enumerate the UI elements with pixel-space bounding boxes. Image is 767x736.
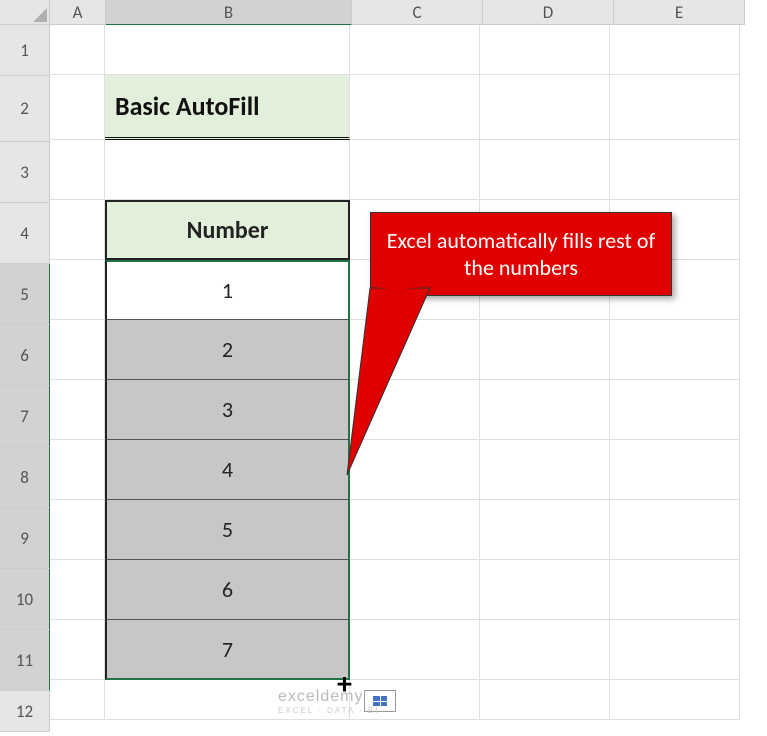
cell-D9[interactable]	[480, 500, 610, 560]
row-header-8[interactable]: 8	[0, 447, 51, 508]
cell-C7[interactable]	[350, 380, 480, 440]
column-header-E[interactable]: E	[614, 0, 745, 25]
select-all-corner[interactable]	[0, 0, 50, 25]
cell-A3[interactable]	[50, 140, 105, 200]
cell-D3[interactable]	[480, 140, 610, 200]
row-header-7[interactable]: 7	[0, 386, 51, 447]
cell-A6[interactable]	[50, 320, 105, 380]
cell-B3[interactable]	[105, 140, 350, 200]
cell-E2[interactable]	[610, 75, 740, 140]
cell-C10[interactable]	[350, 560, 480, 620]
row-header-4[interactable]: 4	[0, 203, 50, 264]
row-header-6[interactable]: 6	[0, 325, 51, 386]
row-headers: 123456789101112	[0, 25, 49, 732]
watermark: exceldemy EXCEL · DATA · BI	[278, 688, 379, 715]
column-header-B[interactable]: B	[106, 0, 352, 26]
cell-A11[interactable]	[50, 620, 105, 680]
cell-A4[interactable]	[50, 200, 105, 260]
column-header-D[interactable]: D	[483, 0, 614, 25]
cell-D6[interactable]	[480, 320, 610, 380]
cell-A12[interactable]	[50, 680, 105, 720]
cell-A9[interactable]	[50, 500, 105, 560]
cell-D7[interactable]	[480, 380, 610, 440]
cell-E1[interactable]	[610, 25, 740, 75]
cell-A5[interactable]	[50, 260, 105, 320]
cell-A2[interactable]	[50, 75, 105, 140]
cell-B6[interactable]: 2	[105, 320, 350, 380]
grid-cells: Basic AutoFill Number1234567	[50, 25, 740, 720]
watermark-brand: exceldemy	[278, 688, 363, 705]
cell-D11[interactable]	[480, 620, 610, 680]
row-header-3[interactable]: 3	[0, 142, 50, 203]
cell-B4[interactable]: Number	[105, 200, 350, 260]
cell-B1[interactable]	[105, 25, 350, 75]
cell-D8[interactable]	[480, 440, 610, 500]
cell-A1[interactable]	[50, 25, 105, 75]
select-all-triangle-icon	[33, 8, 47, 22]
cell-C2[interactable]	[350, 75, 480, 140]
cell-E9[interactable]	[610, 500, 740, 560]
row-header-11[interactable]: 11	[0, 630, 51, 691]
cell-A7[interactable]	[50, 380, 105, 440]
cell-B9[interactable]: 5	[105, 500, 350, 560]
row-header-9[interactable]: 9	[0, 508, 51, 569]
column-headers: ABCDE	[50, 0, 745, 24]
cell-C8[interactable]	[350, 440, 480, 500]
cell-B10[interactable]: 6	[105, 560, 350, 620]
cell-E8[interactable]	[610, 440, 740, 500]
callout-box: Excel automatically fills rest of the nu…	[370, 212, 672, 296]
cell-E12[interactable]	[610, 680, 740, 720]
cell-D12[interactable]	[480, 680, 610, 720]
cell-C11[interactable]	[350, 620, 480, 680]
cell-D2[interactable]	[480, 75, 610, 140]
cell-E3[interactable]	[610, 140, 740, 200]
row-header-12[interactable]: 12	[0, 691, 50, 732]
cell-B7[interactable]: 3	[105, 380, 350, 440]
cell-E11[interactable]	[610, 620, 740, 680]
row-header-10[interactable]: 10	[0, 569, 51, 630]
cell-C6[interactable]	[350, 320, 480, 380]
cell-D10[interactable]	[480, 560, 610, 620]
row-header-2[interactable]: 2	[0, 76, 50, 142]
row-header-1[interactable]: 1	[0, 25, 50, 76]
cell-C1[interactable]	[350, 25, 480, 75]
column-header-C[interactable]: C	[352, 0, 483, 25]
cell-A8[interactable]	[50, 440, 105, 500]
callout-text: Excel automatically fills rest of the nu…	[387, 227, 655, 281]
cell-E6[interactable]	[610, 320, 740, 380]
cell-D1[interactable]	[480, 25, 610, 75]
cell-B11[interactable]: 7	[105, 620, 350, 680]
cell-B2[interactable]: Basic AutoFill	[105, 75, 350, 140]
cell-A10[interactable]	[50, 560, 105, 620]
cell-C3[interactable]	[350, 140, 480, 200]
cell-C9[interactable]	[350, 500, 480, 560]
cell-E10[interactable]	[610, 560, 740, 620]
cell-B8[interactable]: 4	[105, 440, 350, 500]
watermark-tagline: EXCEL · DATA · BI	[278, 706, 379, 715]
cell-E7[interactable]	[610, 380, 740, 440]
column-header-A[interactable]: A	[50, 0, 106, 25]
cell-B5[interactable]: 1	[105, 260, 350, 320]
row-header-5[interactable]: 5	[0, 264, 51, 325]
